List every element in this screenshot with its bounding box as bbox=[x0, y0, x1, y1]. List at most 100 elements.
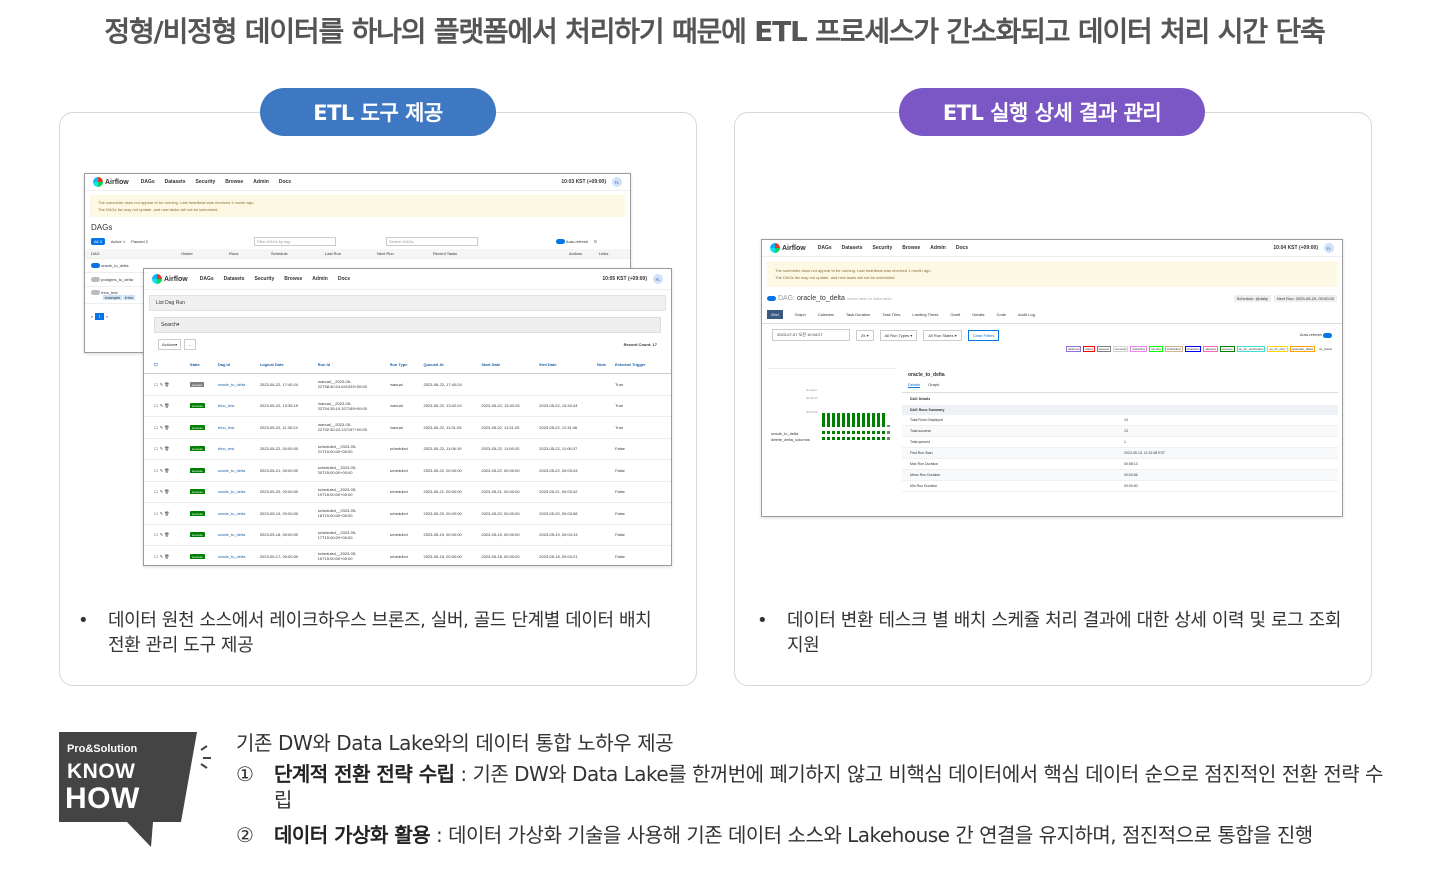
dag-cell[interactable]: oracle_to_delta bbox=[218, 532, 260, 537]
actions-dropdown[interactable]: Actions▾ bbox=[158, 339, 182, 350]
task-instance-square[interactable] bbox=[882, 437, 885, 440]
task-instance-square[interactable] bbox=[877, 437, 880, 440]
task-instance-square[interactable] bbox=[862, 431, 865, 434]
nav-dags[interactable]: DAGs bbox=[818, 245, 832, 251]
task-instance-square[interactable] bbox=[847, 437, 850, 440]
run-bar[interactable] bbox=[827, 413, 830, 427]
run-type-select[interactable]: All Run Types ▾ bbox=[879, 329, 918, 341]
table-row[interactable]: ☐ ✎ 🗑 success oracle_to_delta 2023-05-21, 0… bbox=[144, 460, 671, 482]
nav-docs[interactable]: Docs bbox=[279, 179, 291, 185]
search-toggle[interactable]: Search▾ bbox=[154, 317, 661, 333]
task-instance-square[interactable] bbox=[837, 437, 840, 440]
nav-dags[interactable]: DAGs bbox=[200, 276, 214, 282]
row-actions-icon[interactable]: ☐ ✎ 🗑 bbox=[154, 554, 190, 559]
table-row[interactable]: ☐ ✎ 🗑 success oracle_to_delta 2023-05-18, 0… bbox=[144, 525, 671, 546]
search-dags-input[interactable]: Search DAGs bbox=[386, 237, 479, 246]
row-actions-icon[interactable]: ☐ ✎ 🗑 bbox=[154, 489, 190, 494]
date-picker[interactable]: 2023-07-07 오전 10:04:27 bbox=[772, 329, 850, 341]
nav-datasets[interactable]: Datasets bbox=[224, 276, 245, 282]
row-actions-icon[interactable]: ☐ ✎ 🗑 bbox=[154, 446, 190, 451]
nav-time[interactable]: 10:05 KST (+09:00) bbox=[602, 276, 647, 282]
task-instance-square[interactable] bbox=[832, 431, 835, 434]
run-bar[interactable] bbox=[852, 413, 855, 427]
dag-cell[interactable]: oracle_to_delta bbox=[218, 511, 260, 516]
tab-task-tries[interactable]: Task Tries bbox=[882, 312, 900, 317]
nav-browse[interactable]: Browse bbox=[902, 245, 920, 251]
table-row[interactable]: ☐ ✎ 🗑 success oracle_to_delta 2023-05-19, 0… bbox=[144, 503, 671, 525]
task-instance-square[interactable] bbox=[887, 437, 890, 440]
dag-cell[interactable]: oracle_to_delta bbox=[218, 489, 260, 494]
tab-audit-log[interactable]: Audit Log bbox=[1018, 312, 1035, 317]
row-actions-icon[interactable]: ☐ ✎ 🗑 bbox=[154, 532, 190, 537]
task-instance-square[interactable] bbox=[857, 431, 860, 434]
nav-admin[interactable]: Admin bbox=[930, 245, 946, 251]
task-instance-square[interactable] bbox=[852, 431, 855, 434]
nav-datasets[interactable]: Datasets bbox=[165, 179, 186, 185]
nav-admin[interactable]: Admin bbox=[253, 179, 269, 185]
task-instance-square[interactable] bbox=[822, 431, 825, 434]
task-instance-square[interactable] bbox=[862, 437, 865, 440]
dag-cell[interactable]: trino_test bbox=[218, 403, 260, 408]
tab-gantt[interactable]: Gantt bbox=[950, 312, 960, 317]
run-bar[interactable] bbox=[822, 413, 825, 427]
task-label[interactable]: delete_delta_columns bbox=[771, 437, 810, 442]
nav-security[interactable]: Security bbox=[873, 245, 893, 251]
table-row[interactable]: ☐ ✎ 🗑 queued oracle_to_delta 2023-06-22, 17… bbox=[144, 374, 671, 396]
nav-dags[interactable]: DAGs bbox=[141, 179, 155, 185]
tab-landing-times[interactable]: Landing Times bbox=[912, 312, 938, 317]
table-row[interactable]: ☐ ✎ 🗑 success trino_test 2023-05-22, 00:00:… bbox=[144, 439, 671, 460]
run-bar[interactable] bbox=[857, 413, 860, 427]
row-actions-icon[interactable]: ☐ ✎ 🗑 bbox=[154, 468, 190, 473]
nav-time[interactable]: 10:03 KST (+09:00) bbox=[561, 179, 606, 185]
nav-docs[interactable]: Docs bbox=[338, 276, 350, 282]
row-actions-icon[interactable]: ☐ ✎ 🗑 bbox=[154, 425, 190, 430]
dag-cell[interactable]: oracle_to_delta bbox=[218, 468, 260, 473]
nav-admin[interactable]: Admin bbox=[312, 276, 328, 282]
avatar[interactable]: FL bbox=[653, 274, 663, 284]
run-bar[interactable] bbox=[877, 413, 880, 427]
table-row[interactable]: ☐ ✎ 🗑 success trino_test 2023-05-22, 11:30:… bbox=[144, 417, 671, 439]
refresh-icon[interactable]: ↻ bbox=[594, 239, 597, 244]
nav-security[interactable]: Security bbox=[196, 179, 216, 185]
auto-refresh-toggle[interactable]: Auto-refresh bbox=[556, 239, 588, 245]
task-instance-square[interactable] bbox=[842, 431, 845, 434]
dag-cell[interactable]: oracle_to_delta bbox=[218, 554, 260, 559]
task-instance-square[interactable] bbox=[857, 437, 860, 440]
row-actions-icon[interactable]: ☐ ✎ 🗑 bbox=[154, 382, 190, 387]
nav-security[interactable]: Security bbox=[255, 276, 275, 282]
task-instance-square[interactable] bbox=[852, 437, 855, 440]
task-instance-square[interactable] bbox=[882, 431, 885, 434]
run-bar[interactable] bbox=[872, 413, 875, 427]
back-arrow-icon[interactable]: ← bbox=[184, 339, 197, 350]
task-instance-square[interactable] bbox=[877, 431, 880, 434]
run-bar[interactable] bbox=[842, 413, 845, 427]
task-instance-square[interactable] bbox=[822, 437, 825, 440]
task-instance-square[interactable] bbox=[837, 431, 840, 434]
dag-cell[interactable]: trino_test bbox=[218, 446, 260, 451]
run-bar[interactable] bbox=[847, 413, 850, 427]
table-row[interactable]: ☐ ✎ 🗑 success oracle_to_delta 2023-05-20, 0… bbox=[144, 482, 671, 503]
tab-task-duration[interactable]: Task Duration bbox=[846, 312, 870, 317]
subtab-details[interactable]: Details bbox=[908, 382, 921, 388]
task-instance-square[interactable] bbox=[827, 437, 830, 440]
tab-grid[interactable]: Grid bbox=[767, 310, 783, 319]
run-bar[interactable] bbox=[887, 425, 890, 427]
task-instance-square[interactable] bbox=[872, 437, 875, 440]
task-instance-square[interactable] bbox=[847, 431, 850, 434]
filter-tag-input[interactable]: Filter DAGs by tag bbox=[254, 237, 337, 246]
filter-paused[interactable]: Paused 2 bbox=[131, 239, 148, 244]
nav-browse[interactable]: Browse bbox=[284, 276, 302, 282]
run-bar[interactable] bbox=[882, 413, 885, 427]
tab-calendar[interactable]: Calendar bbox=[818, 312, 834, 317]
task-instance-square[interactable] bbox=[867, 431, 870, 434]
filter-all[interactable]: All 3 bbox=[91, 238, 105, 245]
row-actions-icon[interactable]: ☐ ✎ 🗑 bbox=[154, 403, 190, 408]
run-bar[interactable] bbox=[832, 413, 835, 427]
task-instance-square[interactable] bbox=[872, 431, 875, 434]
run-bar[interactable] bbox=[837, 413, 840, 427]
run-count-select[interactable]: 25 ▾ bbox=[856, 329, 874, 341]
nav-datasets[interactable]: Datasets bbox=[842, 245, 863, 251]
tab-graph[interactable]: Graph bbox=[795, 312, 806, 317]
table-row[interactable]: ☐ ✎ 🗑 success oracle_to_delta 2023-05-17, 0… bbox=[144, 546, 671, 565]
task-label[interactable]: oracle_to_delta bbox=[771, 431, 798, 436]
